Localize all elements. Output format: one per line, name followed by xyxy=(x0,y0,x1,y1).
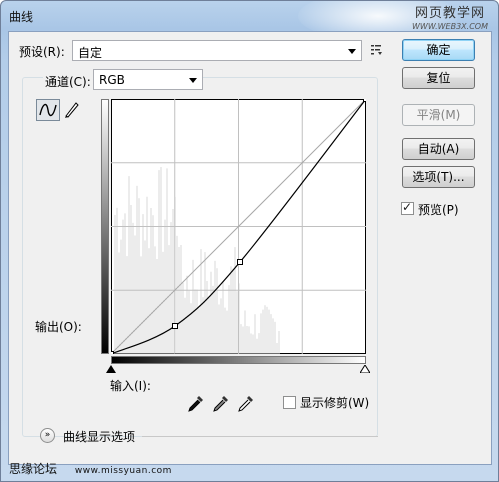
checkmark-icon: ✓ xyxy=(402,200,413,214)
watermark-bottom: 思缘论坛 www.missyuan.com xyxy=(9,460,172,477)
channel-value: RGB xyxy=(99,73,125,87)
gray-eyedropper[interactable] xyxy=(211,393,231,413)
black-point-slider[interactable] xyxy=(106,365,116,373)
curves-dialog: 曲线 网页教学网 WWW.WEB3X.COM 预设(R): 自定 确定 复位 平… xyxy=(0,0,499,482)
black-eyedropper[interactable] xyxy=(186,393,206,413)
input-label: 输入(I): xyxy=(110,379,151,393)
watermark-bottom-text: 思缘论坛 xyxy=(9,462,58,476)
output-label: 输出(O): xyxy=(35,320,82,334)
preview-label: 预览(P) xyxy=(418,203,459,217)
white-eyedropper[interactable] xyxy=(236,393,256,413)
watermark-top-line1: 网页教学网 xyxy=(415,6,486,21)
preview-checkbox[interactable]: ✓ xyxy=(401,200,414,215)
white-eyedropper-icon xyxy=(238,396,253,412)
curve-point-tool-icon xyxy=(39,103,57,117)
chevron-down-icon xyxy=(189,78,197,83)
options-button[interactable]: 选项(T)... xyxy=(402,166,475,188)
auto-button[interactable]: 自动(A) xyxy=(402,138,475,160)
white-point-slider[interactable] xyxy=(360,365,370,373)
curve-control-point[interactable] xyxy=(363,99,367,102)
ok-button[interactable]: 确定 xyxy=(402,39,475,61)
preset-select[interactable]: 自定 xyxy=(72,40,362,61)
preset-value: 自定 xyxy=(78,46,103,60)
window-title: 曲线 xyxy=(9,10,34,24)
watermark-top: 网页教学网 WWW.WEB3X.COM xyxy=(412,7,488,33)
divider xyxy=(142,436,378,437)
gray-eyedropper-icon xyxy=(213,396,228,412)
curve-control-point[interactable] xyxy=(237,259,243,265)
curve-point-tool[interactable] xyxy=(36,99,60,121)
expand-options-button[interactable]: » xyxy=(40,428,55,443)
channel-select[interactable]: RGB xyxy=(93,69,203,90)
pencil-icon xyxy=(65,102,79,118)
show-clipping-checkbox[interactable] xyxy=(283,396,296,409)
chevron-down-icon xyxy=(348,49,356,54)
double-chevron-down-icon: » xyxy=(44,430,51,440)
watermark-bottom-url: www.missyuan.com xyxy=(74,466,172,476)
reset-button[interactable]: 复位 xyxy=(402,67,475,89)
smooth-button[interactable]: 平滑(M) xyxy=(402,104,475,126)
title-bar[interactable]: 曲线 网页教学网 WWW.WEB3X.COM xyxy=(1,1,498,41)
dialog-body: 预设(R): 自定 确定 复位 平滑(M) 自动(A) 选项(T)... ✓ 预… xyxy=(8,31,492,465)
show-clipping-label: 显示修剪(W) xyxy=(300,396,370,410)
list-menu-icon[interactable] xyxy=(370,43,384,57)
curve-control-point[interactable] xyxy=(172,323,178,329)
curve-display-options-label: 曲线显示选项 xyxy=(63,430,136,444)
input-gradient-bar xyxy=(111,356,366,364)
pencil-tool[interactable] xyxy=(61,99,85,121)
curves-graph[interactable] xyxy=(111,99,366,354)
black-eyedropper-icon xyxy=(188,396,203,412)
output-gradient-bar xyxy=(101,99,109,354)
channel-label: 通道(C): xyxy=(43,73,93,90)
curve-control-point[interactable] xyxy=(111,351,114,355)
preset-label: 预设(R): xyxy=(19,45,65,59)
